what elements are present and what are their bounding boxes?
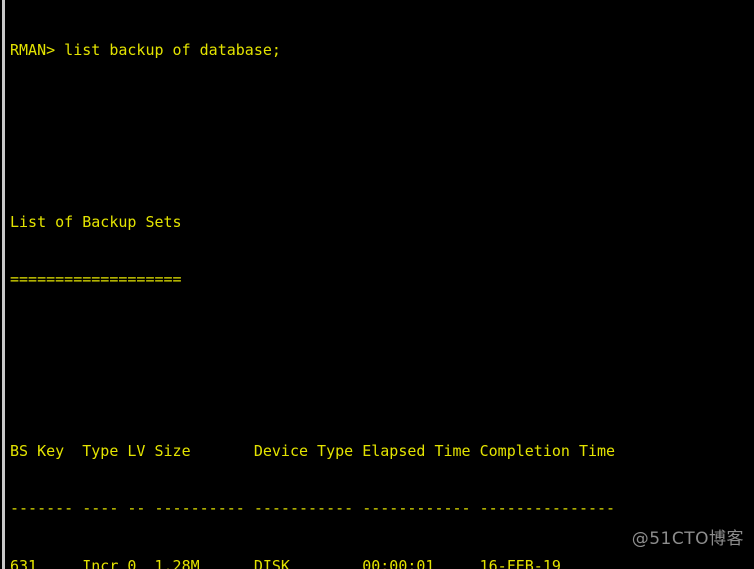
scrollbar[interactable] bbox=[0, 0, 6, 569]
terminal-line: ------- ---- -- ---------- ----------- -… bbox=[10, 499, 616, 518]
terminal-line: BS Key Type LV Size Device Type Elapsed … bbox=[10, 442, 616, 461]
terminal-line: 631 Incr 0 1.28M DISK 00:00:01 16-FEB-19 bbox=[10, 556, 561, 569]
scrollbar-thumb[interactable] bbox=[2, 0, 5, 569]
terminal-line: RMAN> list backup of database; bbox=[10, 41, 281, 60]
terminal-window[interactable]: RMAN> list backup of database; List of B… bbox=[0, 0, 754, 569]
watermark: @51CTO博客 bbox=[631, 529, 744, 549]
terminal-line: =================== bbox=[10, 270, 182, 289]
terminal-output: RMAN> list backup of database; List of B… bbox=[10, 3, 754, 569]
terminal-line: List of Backup Sets bbox=[10, 213, 182, 232]
